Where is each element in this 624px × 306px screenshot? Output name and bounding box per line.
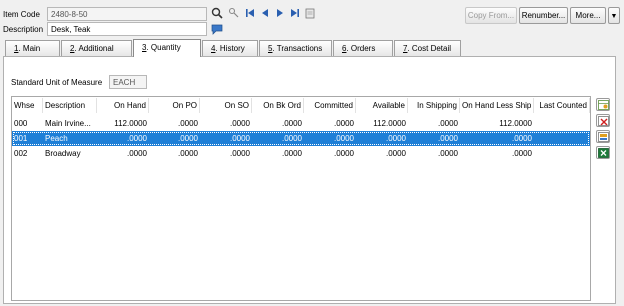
more-button[interactable]: More...: [570, 7, 606, 24]
excel-export-icon[interactable]: [596, 146, 610, 159]
cell-whse: 001: [14, 134, 28, 143]
cell-on-bk-ord: .0000: [281, 119, 302, 128]
cell-whse: 000: [14, 119, 28, 128]
uom-label: Standard Unit of Measure: [11, 78, 103, 87]
cell-description: Peach: [45, 134, 68, 143]
item-code-field[interactable]: 2480-8-50: [47, 7, 207, 21]
tab-transactions[interactable]: 5. Transactions: [259, 40, 332, 56]
tab-orders[interactable]: 6. Orders: [333, 40, 393, 56]
tab-main-label: . Main: [18, 44, 41, 53]
uom-field: EACH: [109, 75, 147, 89]
grid-view-icon[interactable]: [596, 130, 610, 143]
copy-lookup-icon[interactable]: [227, 7, 241, 19]
last-record-icon[interactable]: [289, 8, 301, 18]
cell-committed: .0000: [333, 119, 354, 128]
cell-in-shipping: .0000: [437, 134, 458, 143]
previous-record-icon[interactable]: [259, 8, 271, 18]
cell-on-hand: .0000: [126, 134, 147, 143]
cell-on-po: .0000: [177, 149, 198, 158]
tab-quantity[interactable]: 3. Quantity: [133, 39, 201, 57]
warehouse-grid[interactable]: Whse Description On Hand On PO On SO On …: [11, 96, 591, 301]
item-code-label: Item Code: [3, 10, 40, 19]
cell-last-counted: [534, 146, 590, 161]
col-header-description[interactable]: Description: [43, 98, 97, 113]
tab-main[interactable]: 1. Main: [5, 40, 60, 56]
cell-on-hand: .0000: [126, 149, 147, 158]
col-header-on-po[interactable]: On PO: [149, 98, 200, 113]
cell-available: 112.0000: [373, 119, 406, 128]
cell-description: Broadway: [45, 149, 81, 158]
table-row[interactable]: 000 Main Irvine... 112.0000 .0000 .0000 …: [12, 116, 590, 131]
cell-available: .0000: [385, 134, 406, 143]
col-header-available[interactable]: Available: [356, 98, 408, 113]
delete-record-icon[interactable]: [304, 8, 316, 19]
tab-additional-label: . Additional: [74, 44, 114, 53]
cell-on-po: .0000: [177, 119, 198, 128]
cell-in-shipping: .0000: [437, 119, 458, 128]
search-icon[interactable]: [210, 7, 224, 19]
col-header-committed[interactable]: Committed: [304, 98, 356, 113]
cell-on-hand: 112.0000: [114, 119, 147, 128]
cell-on-so: .0000: [229, 119, 250, 128]
cell-committed: .0000: [333, 149, 354, 158]
col-header-in-shipping[interactable]: In Shipping: [408, 98, 460, 113]
cell-on-bk-ord: .0000: [281, 149, 302, 158]
tab-additional[interactable]: 2. Additional: [61, 40, 132, 56]
col-header-last-counted[interactable]: Last Counted: [534, 98, 590, 113]
description-field[interactable]: Desk, Teak: [47, 22, 207, 36]
cell-whse: 002: [14, 149, 28, 158]
cell-last-counted: [534, 116, 590, 131]
tab-orders-label: . Orders: [346, 44, 376, 53]
tab-cost-detail[interactable]: 7. Cost Detail: [394, 40, 461, 56]
grid-delete-icon[interactable]: [596, 114, 610, 127]
tab-history[interactable]: 4. History: [202, 40, 258, 56]
chevron-down-icon: ▼: [610, 13, 618, 20]
renumber-button[interactable]: Renumber...: [519, 7, 568, 24]
first-record-icon[interactable]: [244, 8, 256, 18]
copy-from-button[interactable]: Copy From...: [465, 7, 517, 24]
memo-icon[interactable]: [210, 22, 224, 36]
cell-on-bk-ord: .0000: [281, 134, 302, 143]
cell-available: .0000: [385, 149, 406, 158]
table-row[interactable]: 002 Broadway .0000 .0000 .0000 .0000 .00…: [12, 146, 590, 161]
cell-last-counted: [534, 131, 590, 146]
tab-transactions-label: . Transactions: [272, 44, 323, 53]
cell-description: Main Irvine...: [45, 119, 91, 128]
more-dropdown-button[interactable]: ▼: [608, 7, 620, 24]
cell-on-hand-less-ship: 112.0000: [499, 119, 532, 128]
tab-history-label: . History: [215, 44, 245, 53]
cell-on-hand-less-ship: .0000: [511, 149, 532, 158]
tab-quantity-label: . Quantity: [146, 43, 181, 52]
tab-cost-detail-label: . Cost Detail: [407, 44, 452, 53]
cell-on-so: .0000: [229, 149, 250, 158]
cell-on-po: .0000: [177, 134, 198, 143]
cell-on-so: .0000: [229, 134, 250, 143]
table-row-selected[interactable]: 001 Peach .0000 .0000 .0000 .0000 .0000 …: [12, 131, 590, 146]
col-header-on-hand[interactable]: On Hand: [97, 98, 149, 113]
cell-committed: .0000: [333, 134, 354, 143]
col-header-on-so[interactable]: On SO: [200, 98, 252, 113]
col-header-on-bk-ord[interactable]: On Bk Ord: [252, 98, 304, 113]
col-header-on-hand-less-ship[interactable]: On Hand Less Ship: [460, 98, 534, 113]
cell-in-shipping: .0000: [437, 149, 458, 158]
grid-header-row: Whse Description On Hand On PO On SO On …: [12, 98, 590, 113]
cell-on-hand-less-ship: .0000: [511, 134, 532, 143]
description-label: Description: [3, 25, 44, 34]
grid-actions: [596, 98, 610, 159]
tab-strip: 1. Main 2. Additional 3. Quantity 4. His…: [5, 39, 462, 57]
next-record-icon[interactable]: [274, 8, 286, 18]
col-header-whse[interactable]: Whse: [12, 98, 43, 113]
grid-settings-icon[interactable]: [596, 98, 610, 111]
